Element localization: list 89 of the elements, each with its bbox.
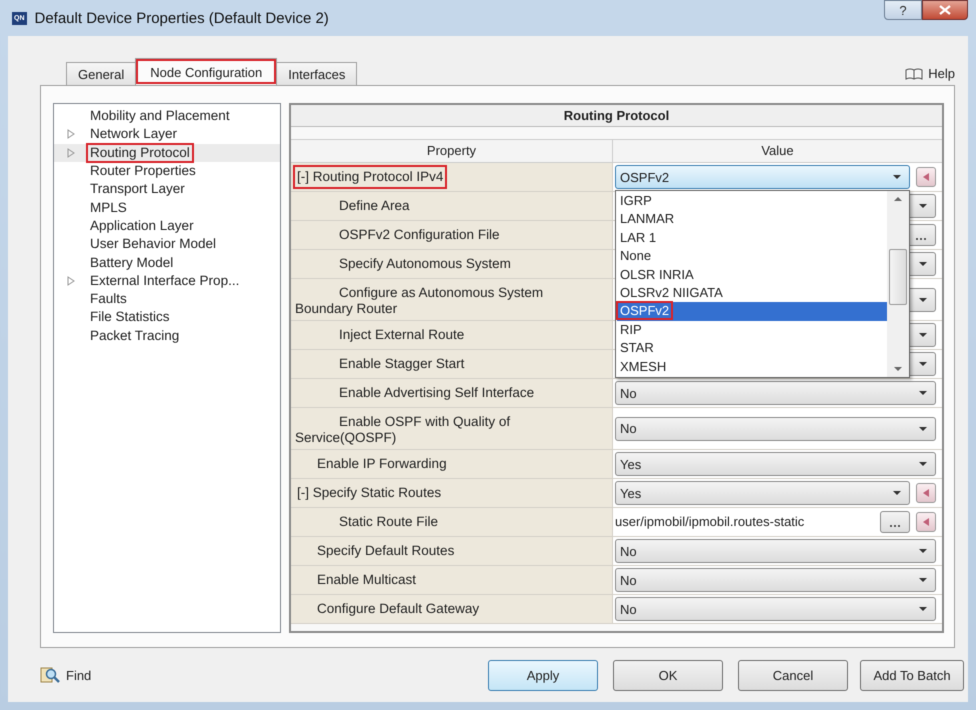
dropdown-option[interactable]: XMESH	[617, 358, 887, 376]
scrollbar-thumb[interactable]	[889, 249, 907, 305]
property-label: Routing Protocol IPv4	[312, 169, 444, 184]
property-label: OSPFv2 Configuration File	[291, 221, 613, 249]
tree-item[interactable]: File Statistics	[88, 309, 172, 326]
tab[interactable]: Interfaces	[276, 62, 358, 85]
dropdown-arrow-icon	[919, 298, 927, 302]
property-label: Enable OSPF with Quality of Service(QOSPF)	[291, 408, 613, 449]
property-label: Enable Stagger Start	[291, 350, 613, 378]
ellipsis-icon	[915, 237, 927, 240]
dialog-button[interactable]: Cancel	[738, 660, 848, 690]
close-icon	[939, 5, 951, 15]
dropdown-field[interactable]: Yes	[615, 452, 936, 476]
reset-button[interactable]	[916, 512, 936, 532]
tab[interactable]: Node Configuration	[135, 58, 278, 85]
help-link[interactable]: Help	[905, 66, 955, 81]
dialog-button[interactable]: Apply	[488, 660, 598, 690]
property-label: Enable Multicast	[291, 566, 613, 594]
dropdown-option[interactable]: RIP	[617, 320, 887, 340]
window-title: Default Device Properties (Default Device 2)	[34, 10, 329, 26]
dropdown-option[interactable]: LANMAR	[617, 210, 887, 229]
search-icon	[40, 666, 60, 684]
scrollbar[interactable]	[887, 191, 909, 377]
property-label: Configure as Autonomous System Boundary Router	[291, 279, 613, 320]
tree-item[interactable]: MPLS	[88, 200, 129, 216]
dropdown-option[interactable]: STAR	[617, 339, 887, 358]
dropdown-arrow-icon	[919, 607, 927, 611]
dropdown-arrow-icon	[919, 391, 927, 395]
tree-item[interactable]: Mobility and Placement	[88, 108, 232, 124]
scroll-up-icon	[894, 197, 902, 201]
tree-item[interactable]: Battery Model	[88, 254, 176, 271]
tree-item[interactable]: Network Layer	[88, 126, 180, 142]
property-label: Inject External Route	[291, 321, 613, 349]
dropdown-field[interactable]: Yes	[615, 481, 910, 505]
dropdown-option[interactable]: OSPFv2	[617, 302, 887, 321]
property-label: Static Route File	[291, 508, 613, 536]
book-icon	[905, 68, 924, 80]
dropdown-option[interactable]: None	[617, 247, 887, 266]
reset-button[interactable]	[916, 483, 936, 503]
ellipsis-icon	[889, 524, 901, 527]
property-label: Enable IP Forwarding	[291, 450, 613, 478]
tree-item[interactable]: Faults	[88, 291, 129, 308]
close-button[interactable]	[922, 0, 968, 20]
dropdown-option[interactable]: OLSR INRIA	[617, 266, 887, 284]
dropdown-arrow-icon	[919, 462, 927, 466]
dialog-button[interactable]: OK	[613, 660, 723, 690]
scroll-down-icon	[894, 366, 902, 371]
dropdown-option[interactable]: LAR 1	[617, 228, 887, 248]
column-header: Property	[291, 140, 613, 162]
dropdown-arrow-icon	[893, 491, 901, 495]
property-label: Specify Autonomous System	[291, 250, 613, 278]
property-label: Enable Advertising Self Interface	[291, 379, 613, 407]
dropdown-arrow-icon	[919, 549, 927, 553]
collapse-toggle[interactable]: [-]	[297, 169, 309, 184]
dropdown-arrow-icon	[919, 204, 927, 208]
property-label: Define Area	[291, 192, 613, 220]
collapse-toggle[interactable]: [-]	[297, 485, 309, 500]
tab[interactable]: General	[66, 62, 136, 85]
tree-item[interactable]: Packet Tracing	[88, 328, 182, 344]
dropdown-option[interactable]: OLSRv2 NIIGATA	[617, 284, 887, 302]
dropdown-arrow-icon	[919, 333, 927, 337]
dropdown-arrow-icon	[919, 578, 927, 582]
column-header: Value	[760, 142, 795, 160]
dropdown-option[interactable]: IGRP	[617, 192, 887, 210]
dropdown-arrow-icon	[919, 362, 927, 366]
property-label: Specify Default Routes	[291, 537, 613, 565]
dropdown-field[interactable]: No	[615, 416, 936, 440]
tree-item[interactable]: External Interface Prop...	[88, 272, 242, 289]
dropdown-arrow-icon	[919, 426, 927, 430]
tree-item[interactable]: Transport Layer	[88, 181, 187, 198]
reset-button[interactable]	[916, 167, 936, 187]
help-button[interactable]: ?	[884, 0, 922, 20]
find-button[interactable]: Find	[40, 666, 92, 684]
browse-button[interactable]	[880, 511, 910, 533]
dialog-button[interactable]: Add To Batch	[860, 660, 964, 690]
tree-item[interactable]: Router Properties	[88, 163, 198, 180]
dropdown-field[interactable]: No	[615, 539, 936, 563]
tree-item[interactable]: Routing Protocol	[88, 144, 192, 161]
dropdown-arrow-icon	[893, 175, 901, 179]
table-title: Routing Protocol	[291, 105, 942, 127]
property-label: Configure Default Gateway	[291, 595, 613, 623]
dropdown-field[interactable]: No	[615, 381, 936, 405]
dropdown-field[interactable]: No	[615, 568, 936, 592]
property-label: Specify Static Routes	[312, 485, 442, 500]
dropdown-field[interactable]: OSPFv2	[615, 165, 910, 189]
dropdown-field[interactable]: No	[615, 597, 936, 621]
dropdown-arrow-icon	[919, 262, 927, 266]
tree-item[interactable]: User Behavior Model	[88, 236, 218, 252]
tree-item[interactable]: Application Layer	[88, 218, 196, 234]
